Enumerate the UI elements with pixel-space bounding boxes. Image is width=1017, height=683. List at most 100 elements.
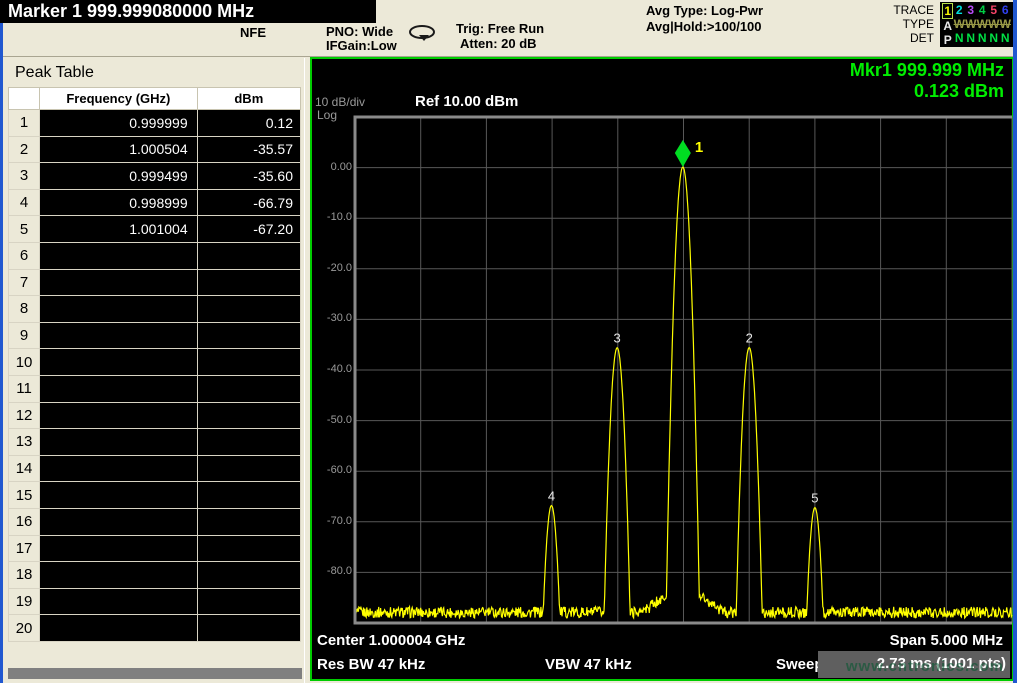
trace-status-col-5[interactable]: 5WN: [988, 3, 1000, 47]
peak-table-cell-n: 2: [9, 136, 40, 163]
trace-status-col-1[interactable]: 1AP: [942, 3, 954, 47]
sweep-label: Sweep: [776, 656, 824, 673]
marker-1-diamond[interactable]: [675, 140, 691, 167]
y-axis-tick-label: -70.0: [314, 515, 352, 527]
trace-status-box[interactable]: 1AP2WN3WN4WN5WN6WN: [940, 2, 1013, 47]
trace-type: W: [988, 17, 1000, 31]
trace-type: W: [954, 17, 966, 31]
peak-table-row[interactable]: 40.998999-66.79: [9, 189, 301, 216]
peak-table-cell-dbm: -35.57: [197, 136, 300, 163]
peak-table-row[interactable]: 8: [9, 296, 301, 323]
avg-type-status: Avg Type: Log-Pwr: [646, 3, 763, 18]
trace-type: W: [965, 17, 977, 31]
peak-table-cell-dbm: -35.60: [197, 163, 300, 190]
marker-readout-freq: Mkr1 999.999 MHz: [850, 60, 1004, 81]
peak-table-row[interactable]: 11: [9, 375, 301, 402]
trace-type: W: [1000, 17, 1012, 31]
peak-table-cell-freq: [40, 535, 198, 562]
sweep-active-function-box[interactable]: 2.73 ms (1001 pts): [818, 651, 1010, 678]
trace-number: 2: [954, 3, 966, 17]
peak-table-cell-freq: [40, 375, 198, 402]
peak-table-cell-n: 12: [9, 402, 40, 429]
peak-table: Frequency (GHz) dBm 10.9999990.1221.0005…: [8, 87, 301, 642]
rbw-annotation: Res BW 47 kHz: [317, 656, 425, 673]
peak-table-row[interactable]: 6: [9, 242, 301, 269]
peak-number-label: 2: [746, 331, 753, 346]
trace-detector: N: [954, 31, 966, 45]
avg-hold-status: Avg|Hold:>100/100: [646, 19, 762, 34]
peak-table-cell-n: 1: [9, 110, 40, 137]
top-status-bar: Marker 1 999.999080000 MHz NFE PNO: Wide…: [0, 0, 1017, 57]
peak-table-cell-n: 6: [9, 242, 40, 269]
peak-table-row[interactable]: 16: [9, 508, 301, 535]
peak-table-row[interactable]: 10: [9, 349, 301, 376]
trace-detector: P: [942, 33, 954, 47]
spectrum-plot[interactable]: 12345: [353, 115, 1014, 626]
peak-table-row[interactable]: 51.001004-67.20: [9, 216, 301, 243]
trace-detector: N: [1000, 31, 1012, 45]
y-axis-tick-label: -60.0: [314, 464, 352, 476]
marker-1-number: 1: [695, 139, 703, 156]
log-scale-label: Log: [317, 108, 337, 122]
trace-status-col-4[interactable]: 4WN: [977, 3, 989, 47]
peak-table-cell-dbm: [197, 588, 300, 615]
peak-table-cell-freq: 1.001004: [40, 216, 198, 243]
spectrum-display-window[interactable]: Mkr1 999.999 MHz 0.123 dBm 10 dB/div Log…: [310, 57, 1014, 681]
peak-table-row[interactable]: 13: [9, 429, 301, 456]
peak-table-cell-dbm: [197, 562, 300, 589]
peak-table-row[interactable]: 12: [9, 402, 301, 429]
trace-status-col-2[interactable]: 2WN: [954, 3, 966, 47]
peak-table-row[interactable]: 15: [9, 482, 301, 509]
peak-table-cell-freq: [40, 508, 198, 535]
peak-table-cell-freq: [40, 588, 198, 615]
peak-table-cell-dbm: 0.12: [197, 110, 300, 137]
peak-table-header-num: [9, 88, 40, 110]
trace-legend-row-labels: TRACE TYPE DET: [872, 3, 934, 45]
peak-table-panel: Peak Table Frequency (GHz) dBm 10.999999…: [3, 58, 305, 683]
peak-table-row[interactable]: 18: [9, 562, 301, 589]
peak-table-cell-freq: 0.999499: [40, 163, 198, 190]
peak-table-row[interactable]: 10.9999990.12: [9, 110, 301, 137]
y-axis-tick-label: -20.0: [314, 262, 352, 274]
peak-table-header-dbm: dBm: [197, 88, 300, 110]
trace-number: 6: [1000, 3, 1012, 17]
peak-table-cell-dbm: [197, 429, 300, 456]
peak-table-cell-dbm: [197, 242, 300, 269]
peak-table-row[interactable]: 30.999499-35.60: [9, 163, 301, 190]
peak-table-cell-freq: [40, 322, 198, 349]
peak-table-row[interactable]: 21.000504-35.57: [9, 136, 301, 163]
peak-table-status-bar: [8, 668, 302, 679]
trace-number: 5: [988, 3, 1000, 17]
peak-table-cell-dbm: -67.20: [197, 216, 300, 243]
peak-table-row[interactable]: 9: [9, 322, 301, 349]
y-axis-tick-label: -40.0: [314, 363, 352, 375]
peak-table-cell-n: 5: [9, 216, 40, 243]
peak-table-cell-dbm: [197, 375, 300, 402]
peak-table-cell-freq: [40, 455, 198, 482]
trace-type: W: [977, 17, 989, 31]
y-axis-tick-label: -10.0: [314, 211, 352, 223]
peak-table-row[interactable]: 19: [9, 588, 301, 615]
peak-table-row[interactable]: 7: [9, 269, 301, 296]
peak-table-cell-freq: 1.000504: [40, 136, 198, 163]
trace-status-col-3[interactable]: 3WN: [965, 3, 977, 47]
peak-table-cell-freq: [40, 562, 198, 589]
peak-table-row[interactable]: 14: [9, 455, 301, 482]
y-axis-tick-label: 0.00: [314, 161, 352, 173]
peak-table-cell-freq: [40, 429, 198, 456]
peak-table-cell-n: 7: [9, 269, 40, 296]
peak-table-cell-dbm: -66.79: [197, 189, 300, 216]
peak-table-cell-n: 15: [9, 482, 40, 509]
span-annotation: Span 5.000 MHz: [890, 632, 1003, 649]
peak-table-cell-n: 18: [9, 562, 40, 589]
peak-table-cell-n: 16: [9, 508, 40, 535]
peak-table-cell-n: 4: [9, 189, 40, 216]
trace-status-col-6[interactable]: 6WN: [1000, 3, 1012, 47]
peak-table-row[interactable]: 17: [9, 535, 301, 562]
trace-number: 1: [942, 3, 954, 19]
peak-table-header-freq: Frequency (GHz): [40, 88, 198, 110]
trigger-status: Trig: Free Run: [456, 21, 544, 36]
peak-table-row[interactable]: 20: [9, 615, 301, 642]
peak-table-cell-dbm: [197, 615, 300, 642]
peak-table-cell-freq: [40, 615, 198, 642]
